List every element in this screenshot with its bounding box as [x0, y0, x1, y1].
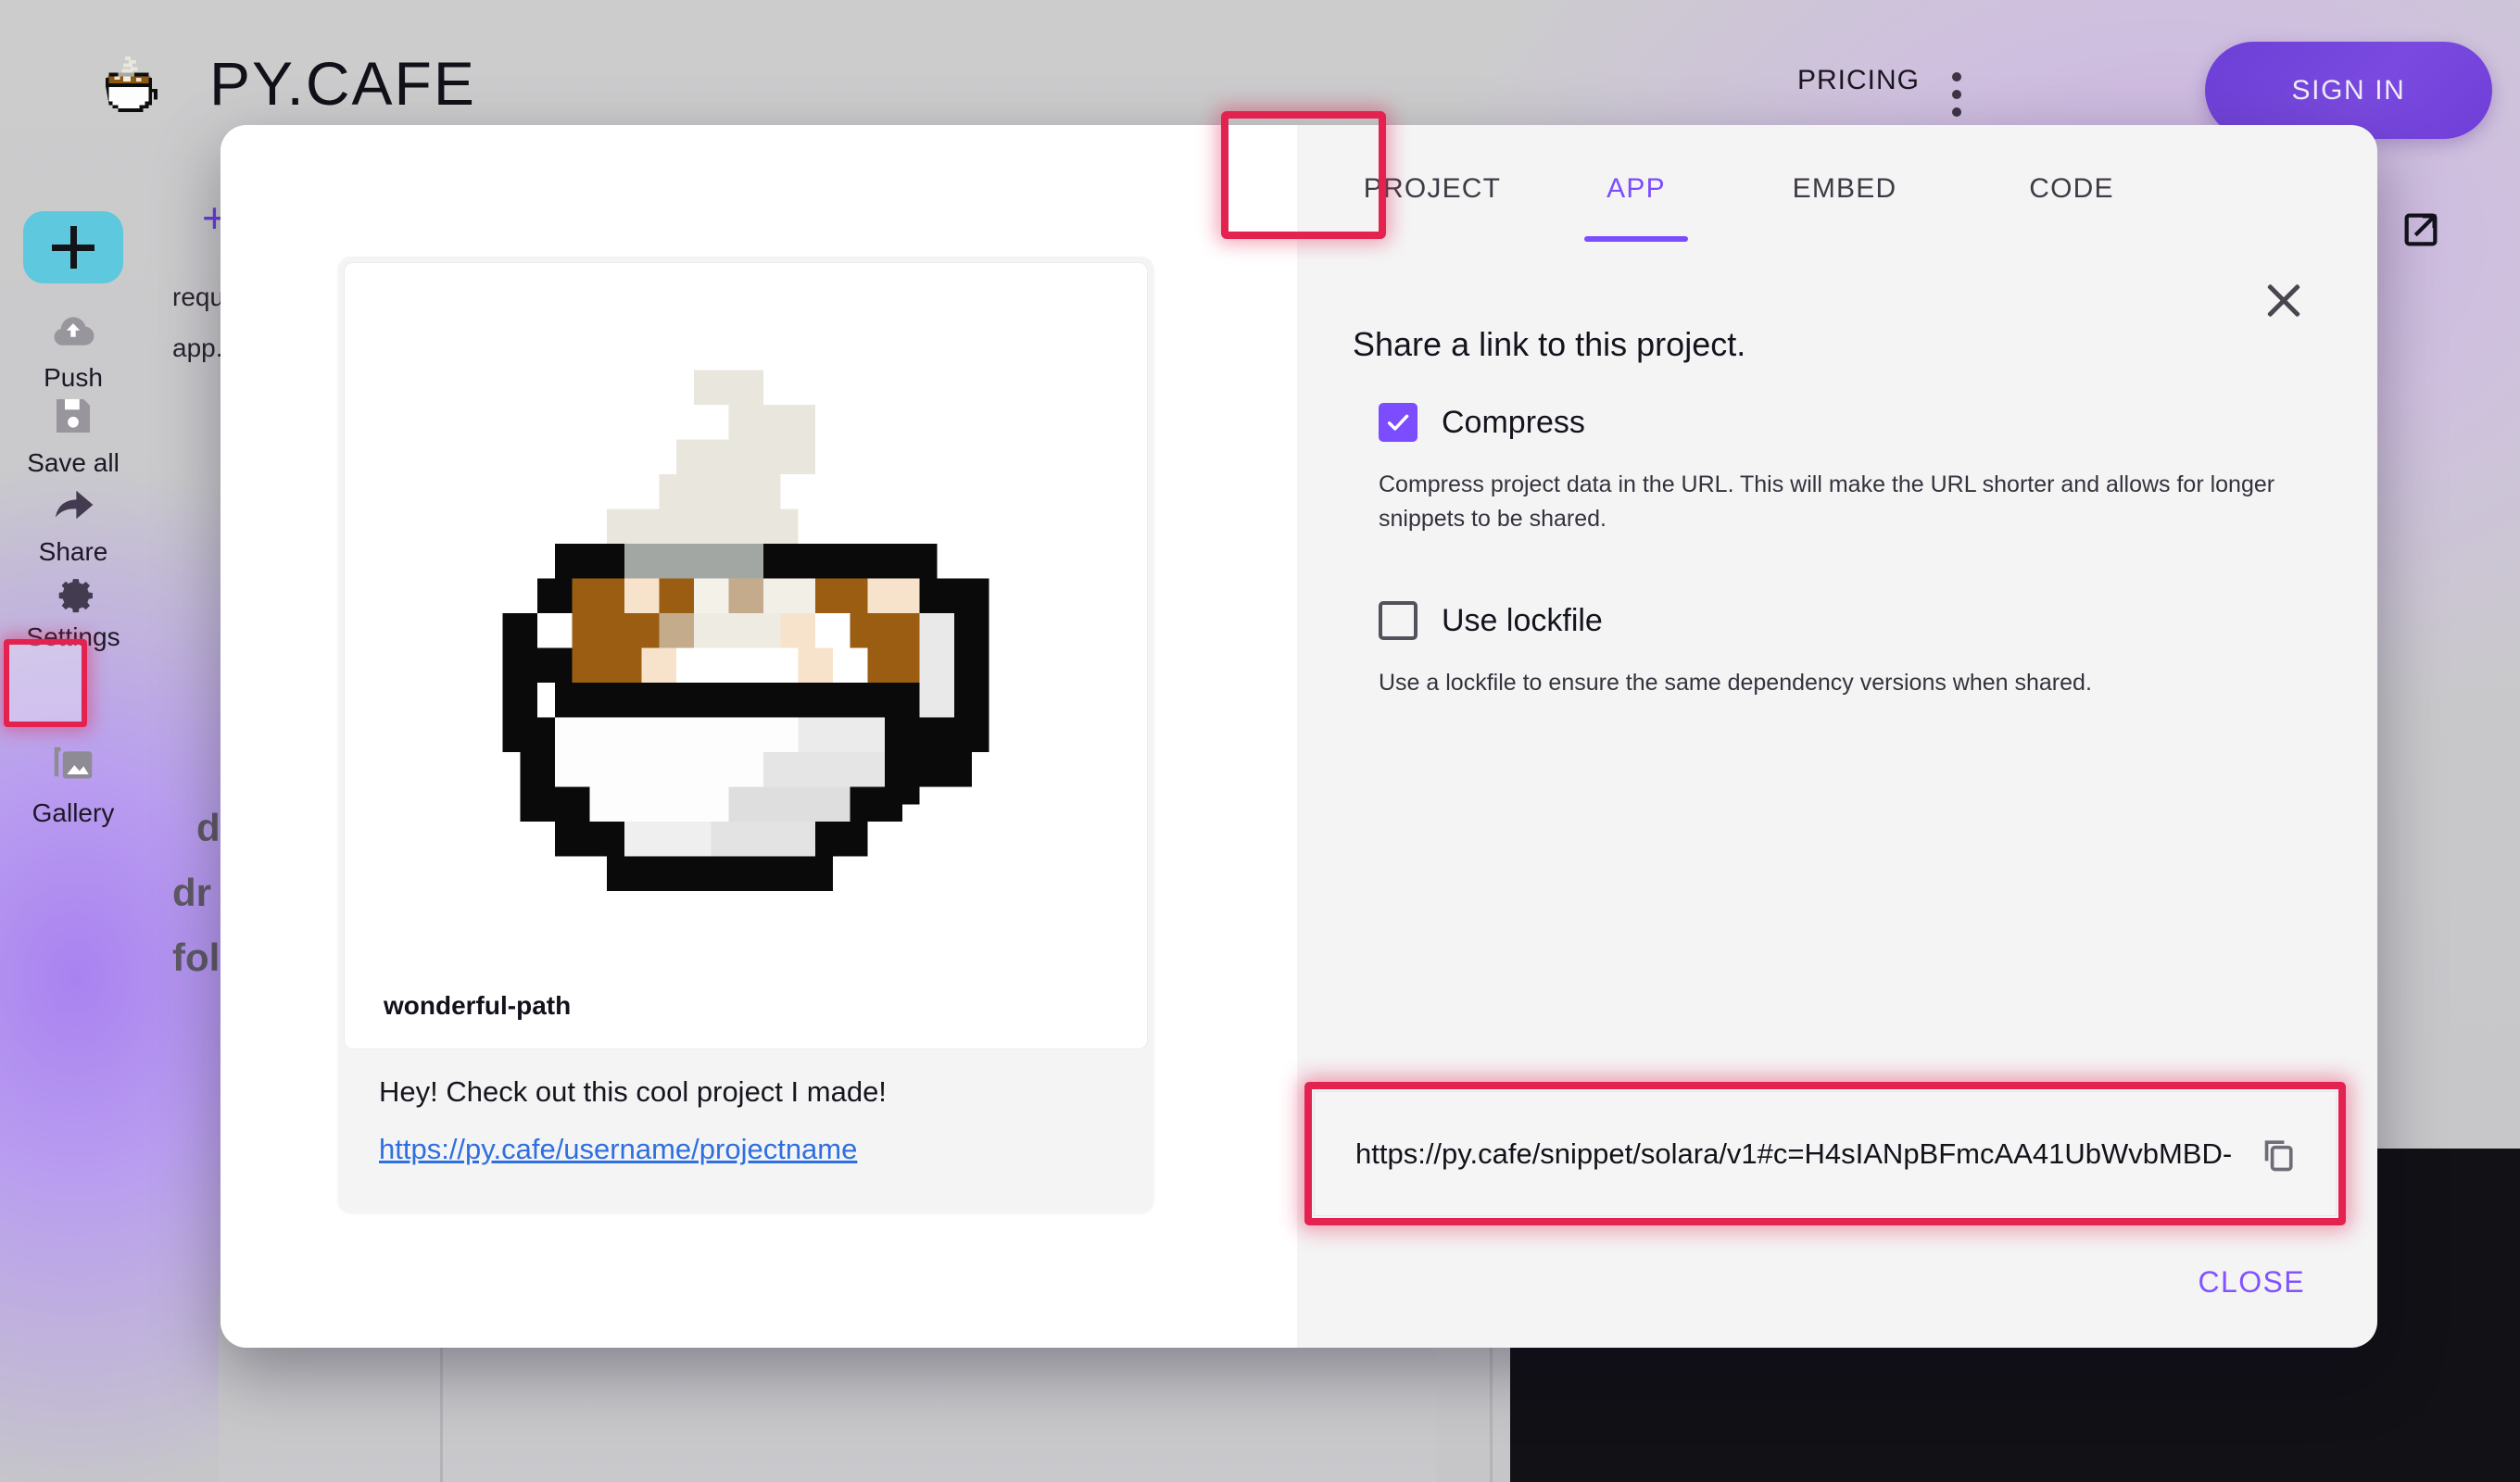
brand: PY.CAFE	[100, 48, 476, 119]
lockfile-checkbox[interactable]	[1379, 601, 1418, 640]
tab-app[interactable]: APP	[1544, 131, 1729, 245]
lockfile-label: Use lockfile	[1442, 603, 1603, 639]
left-toolbar-rail: Push Save all Share Settings Gallery	[0, 185, 146, 1482]
drop-hint-line-2: dr	[172, 871, 211, 915]
compress-checkbox[interactable]	[1379, 403, 1418, 442]
tab-project[interactable]: PROJECT	[1321, 131, 1544, 245]
sidebar-item-label: Gallery	[32, 798, 115, 828]
drop-hint-line-3: fol	[172, 936, 220, 980]
social-preview-card: wonderful-path Hey! Check out this cool …	[338, 257, 1153, 1212]
preview-project-name: wonderful-path	[345, 991, 1147, 1039]
drop-hint-line-1: d	[196, 806, 220, 850]
preview-message-block: Hey! Check out this cool project I made!…	[344, 1049, 1148, 1166]
share-url-field[interactable]: https://py.cafe/snippet/solara/v1#c=H4sI…	[1314, 1091, 2337, 1216]
share-arrow-icon	[48, 480, 98, 530]
compress-label: Compress	[1442, 405, 1585, 441]
share-heading: Share a link to this project.	[1353, 325, 2322, 364]
social-preview-wrapper: wonderful-path Hey! Check out this cool …	[338, 257, 1153, 1212]
copy-icon[interactable]	[2258, 1133, 2299, 1175]
coffee-cup-icon	[100, 55, 158, 112]
cloud-upload-icon	[48, 306, 98, 356]
share-options-body: Share a link to this project. Compress C…	[1353, 325, 2322, 700]
sidebar-item-label: Settings	[26, 622, 120, 652]
tab-app-label: APP	[1606, 173, 1666, 204]
sidebar-item-label: Share	[39, 537, 108, 567]
tab-embed[interactable]: EMBED	[1729, 131, 1960, 245]
dialog-tabs: PROJECT APP EMBED CODE	[1297, 125, 2377, 250]
preview-bubble-tail	[344, 1166, 1148, 1212]
pixel-coffee-cup-image	[459, 335, 1033, 891]
kebab-menu-icon[interactable]	[1938, 72, 1975, 124]
compress-option-row[interactable]: Compress	[1379, 403, 2322, 442]
lockfile-option-row[interactable]: Use lockfile	[1379, 601, 2322, 640]
close-button[interactable]: CLOSE	[2199, 1265, 2305, 1300]
share-options-pane: PROJECT APP EMBED CODE Share a link to t…	[1297, 125, 2377, 1348]
image-icon	[48, 741, 98, 791]
pricing-link[interactable]: PRICING	[1797, 65, 1920, 96]
share-dialog: wonderful-path Hey! Check out this cool …	[220, 125, 2377, 1348]
sidebar-item-gallery[interactable]: Gallery	[0, 741, 146, 828]
file-item-requirements[interactable]: requ	[172, 283, 224, 312]
sidebar-item-push[interactable]: Push	[0, 306, 146, 393]
preview-image-box: wonderful-path	[344, 262, 1148, 1049]
sidebar-item-share[interactable]: Share	[0, 480, 146, 567]
sidebar-item-save-all[interactable]: Save all	[0, 391, 146, 478]
sidebar-item-label: Save all	[27, 448, 120, 478]
floppy-disk-icon	[48, 391, 98, 441]
brand-title: PY.CAFE	[209, 48, 476, 119]
share-preview-pane: wonderful-path Hey! Check out this cool …	[220, 125, 1297, 1348]
preview-project-link[interactable]: https://py.cafe/username/projectname	[379, 1133, 857, 1166]
sidebar-item-label: Push	[44, 363, 103, 393]
sidebar-item-settings[interactable]: Settings	[0, 565, 146, 652]
tab-code[interactable]: CODE	[1960, 131, 2183, 245]
file-item-app[interactable]: app.	[172, 333, 223, 363]
tab-active-indicator	[1584, 236, 1688, 242]
check-icon	[1383, 408, 1413, 437]
share-url-value: https://py.cafe/snippet/solara/v1#c=H4sI…	[1355, 1137, 2258, 1171]
add-file-button[interactable]	[23, 211, 123, 283]
external-link-icon[interactable]	[2400, 208, 2442, 251]
preview-message-text: Hey! Check out this cool project I made!	[379, 1075, 1148, 1109]
close-icon[interactable]	[2262, 279, 2305, 321]
lockfile-description: Use a lockfile to ensure the same depend…	[1379, 666, 2314, 700]
compress-description: Compress project data in the URL. This w…	[1379, 468, 2314, 536]
gear-icon	[48, 565, 98, 615]
